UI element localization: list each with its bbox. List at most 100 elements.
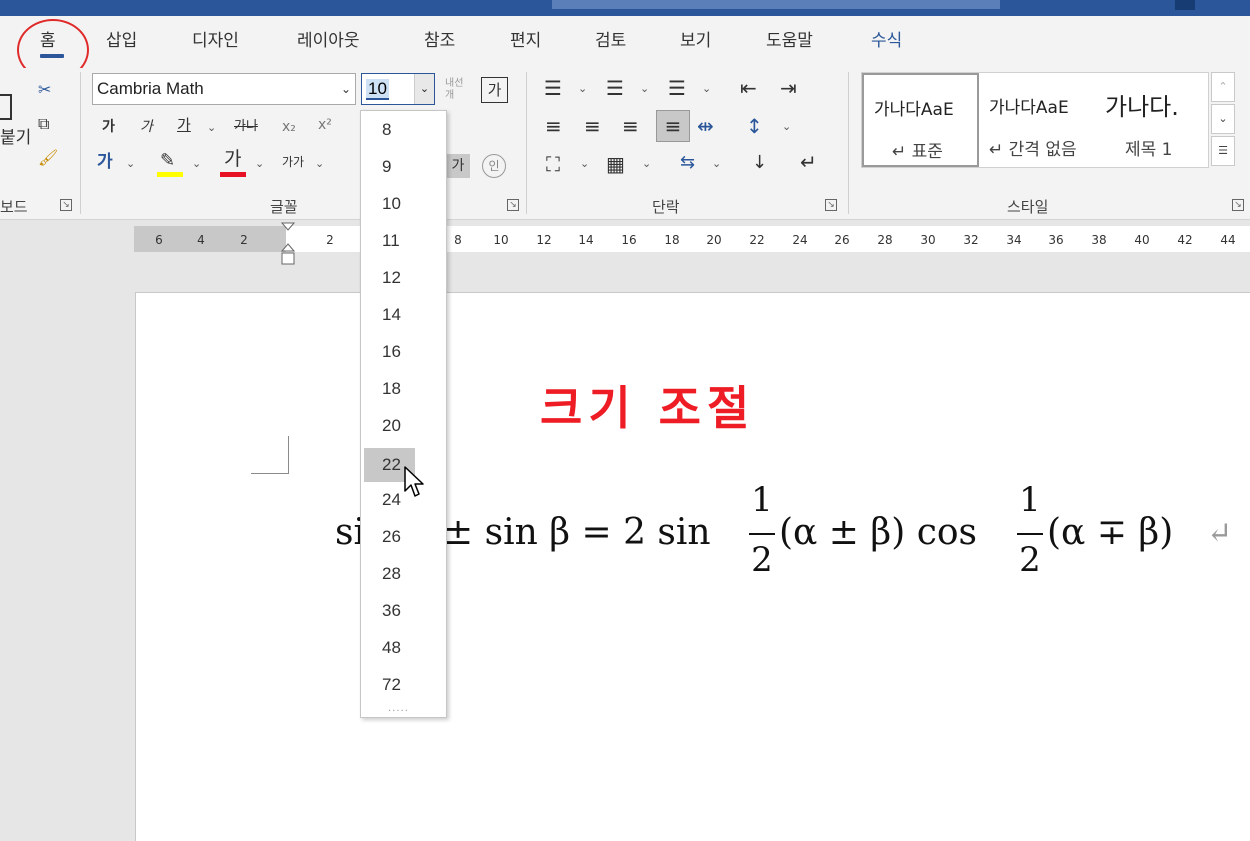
line-spacing-icon[interactable]: ↕: [746, 116, 763, 136]
align-center-icon[interactable]: ≡: [584, 116, 601, 136]
tab-equation[interactable]: 수식: [871, 26, 902, 51]
chevron-down-icon[interactable]: ⌄: [126, 157, 135, 170]
style-heading-1[interactable]: 가나다. 제목 1: [1095, 73, 1208, 167]
gallery-scroll-down[interactable]: ⌄: [1211, 104, 1235, 134]
font-size-option[interactable]: 20: [361, 411, 446, 441]
font-size-value: 10: [366, 79, 389, 100]
character-border-button[interactable]: 가: [481, 77, 508, 103]
ruler-label: 14: [578, 233, 594, 247]
style-normal[interactable]: 가나다AaE ↵ 표준: [862, 73, 979, 167]
gallery-more[interactable]: ☰: [1211, 136, 1235, 166]
cut-icon[interactable]: ✂: [38, 82, 51, 98]
multilevel-list-icon[interactable]: ☰: [668, 78, 686, 98]
chevron-down-icon[interactable]: ⌄: [640, 82, 649, 95]
tab-references[interactable]: 참조: [424, 26, 455, 51]
ruler-label: 26: [834, 233, 850, 247]
chevron-down-icon[interactable]: ⌄: [702, 82, 711, 95]
font-size-option[interactable]: 11: [361, 226, 446, 256]
tab-design[interactable]: 디자인: [192, 26, 239, 51]
font-size-option[interactable]: 9: [361, 152, 446, 182]
chevron-down-icon[interactable]: ⌄: [782, 120, 791, 133]
shading-icon[interactable]: ⛶: [546, 154, 560, 174]
chevron-down-icon[interactable]: ⌄: [414, 74, 434, 104]
horizontal-ruler[interactable]: 6 4 2 2 8 10 12 14 16 18 20 22 24 26 28 …: [134, 226, 1250, 252]
fraction-denominator: 2: [751, 540, 773, 580]
clipboard-group-label: 보드: [0, 198, 28, 216]
font-size-option[interactable]: 48: [361, 633, 446, 663]
font-size-option[interactable]: 26: [361, 522, 446, 552]
bold-button[interactable]: 가: [102, 120, 115, 134]
paragraph-launcher-icon[interactable]: ↘: [825, 199, 837, 211]
chevron-down-icon[interactable]: ⌄: [315, 157, 324, 170]
gallery-scroll-up[interactable]: ⌃: [1211, 72, 1235, 102]
distributed-icon[interactable]: ⇹: [697, 116, 714, 136]
dropdown-resize-grip[interactable]: .....: [388, 703, 409, 714]
subscript-button[interactable]: x₂: [282, 120, 296, 134]
styles-launcher-icon[interactable]: ↘: [1232, 199, 1244, 211]
font-size-option[interactable]: 36: [361, 596, 446, 626]
chevron-down-icon[interactable]: ⌄: [712, 157, 721, 170]
ruler-label: 12: [536, 233, 552, 247]
paste-icon[interactable]: [0, 94, 12, 120]
mouse-pointer-icon: [404, 466, 424, 497]
font-size-option[interactable]: 10: [361, 189, 446, 219]
chevron-down-icon[interactable]: ⌄: [255, 157, 264, 170]
chevron-down-icon[interactable]: ⌄: [192, 157, 201, 170]
font-size-option[interactable]: 16: [361, 337, 446, 367]
superscript-button[interactable]: x²: [318, 118, 332, 132]
character-spacing-button[interactable]: 가가: [282, 156, 304, 168]
text-effects-button[interactable]: 가: [97, 154, 113, 171]
ruler-label: 34: [1006, 233, 1022, 247]
style-no-spacing[interactable]: 가나다AaE ↵ 간격 없음: [979, 73, 1095, 167]
bullets-icon[interactable]: ☰: [544, 78, 562, 98]
font-size-option[interactable]: 14: [361, 300, 446, 330]
format-painter-icon[interactable]: 🖌: [38, 150, 58, 166]
font-size-combobox[interactable]: 10 ⌄: [361, 73, 435, 105]
font-launcher-icon[interactable]: ↘: [507, 199, 519, 211]
increase-indent-icon[interactable]: ⇥: [780, 78, 797, 98]
character-shading-button[interactable]: 가: [446, 154, 470, 178]
tab-review[interactable]: 검토: [595, 26, 626, 51]
font-color-button[interactable]: 가: [224, 150, 241, 169]
font-size-dropdown[interactable]: 8 9 10 11 12 14 16 18 20 22 24 26 28 36 …: [360, 110, 447, 718]
underline-button[interactable]: 가: [177, 118, 191, 133]
chevron-down-icon[interactable]: ⌄: [207, 121, 216, 134]
copy-icon[interactable]: ⧉: [38, 116, 49, 132]
clipboard-launcher-icon[interactable]: ↘: [60, 199, 72, 211]
numbering-icon[interactable]: ☰: [606, 78, 624, 98]
title-bar-profile[interactable]: [1175, 0, 1195, 10]
justify-icon[interactable]: ≡: [656, 110, 690, 142]
margin-corner-mark: [251, 436, 289, 474]
paste-label[interactable]: 붙기: [0, 130, 31, 147]
font-size-option[interactable]: 12: [361, 263, 446, 293]
title-bar-search[interactable]: [552, 0, 1000, 9]
tab-view[interactable]: 보기: [680, 26, 711, 51]
borders-icon[interactable]: ▦: [606, 154, 625, 174]
chevron-down-icon[interactable]: ⌄: [578, 82, 587, 95]
italic-button[interactable]: 가: [140, 120, 153, 134]
sort-icon[interactable]: ↓: [752, 154, 767, 172]
chevron-down-icon[interactable]: ⌄: [642, 157, 651, 170]
font-size-option[interactable]: 18: [361, 374, 446, 404]
text-direction-icon[interactable]: ⇆: [680, 154, 695, 172]
font-size-option[interactable]: 8: [361, 115, 446, 145]
font-name-combobox[interactable]: Cambria Math ⌄: [92, 73, 356, 105]
font-size-option[interactable]: 28: [361, 559, 446, 589]
tab-insert[interactable]: 삽입: [106, 26, 137, 51]
chevron-down-icon[interactable]: ⌄: [341, 74, 351, 104]
style-preview: 가나다AaE: [989, 98, 1069, 118]
highlighter-icon[interactable]: ✎: [160, 152, 175, 170]
tab-mailings[interactable]: 편지: [510, 26, 541, 51]
indent-marker-icon[interactable]: [281, 222, 295, 266]
enclose-characters-button[interactable]: 인: [482, 154, 506, 178]
align-right-icon[interactable]: ≡: [622, 116, 639, 136]
decrease-indent-icon[interactable]: ⇤: [740, 78, 757, 98]
tab-help[interactable]: 도움말: [766, 26, 813, 51]
align-left-icon[interactable]: ≡: [545, 116, 562, 136]
font-size-option[interactable]: 72: [361, 670, 446, 700]
show-formatting-icon[interactable]: ↵: [800, 152, 817, 172]
style-name: 제목 1: [1125, 140, 1173, 160]
chevron-down-icon[interactable]: ⌄: [580, 157, 589, 170]
tab-layout[interactable]: 레이아웃: [297, 26, 360, 51]
strikethrough-button[interactable]: 가나: [234, 120, 258, 133]
